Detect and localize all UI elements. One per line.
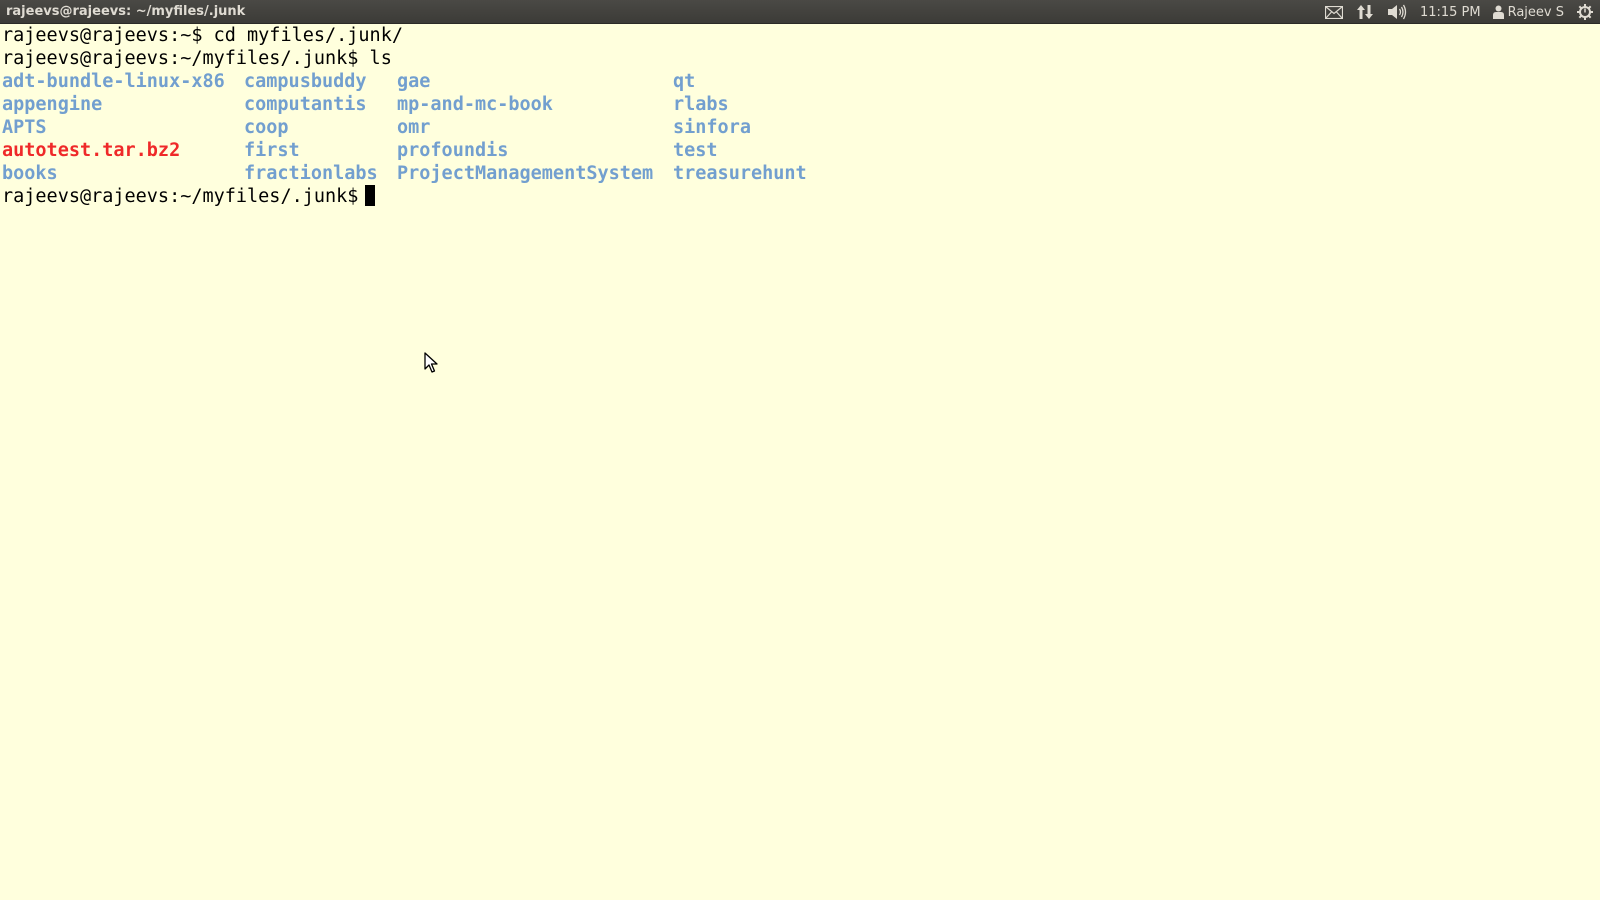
ls-entry-dir: gae: [397, 71, 431, 92]
speaker-icon[interactable]: [1380, 0, 1414, 24]
ls-entry-dir: first: [244, 140, 300, 161]
ls-entry-dir: qt: [673, 71, 696, 92]
ls-entry-dir: omr: [397, 117, 431, 138]
window-title: rajeevs@rajeevs: ~/myfiles/.junk: [6, 4, 246, 19]
prompt-text: rajeevs@rajeevs:~/myfiles/.junk$: [2, 186, 359, 207]
user-name: Rajeev S: [1507, 4, 1564, 20]
mouse-pointer-icon: [424, 352, 438, 373]
ls-entry-dir: campusbuddy: [244, 71, 367, 92]
ls-entry-dir: fractionlabs: [244, 163, 378, 184]
terminal-window[interactable]: rajeevs@rajeevs:~$ cd myfiles/.junk/ raj…: [0, 24, 1600, 900]
ls-entry-dir: ProjectManagementSystem: [397, 163, 654, 184]
ls-entry-dir: appengine: [2, 94, 103, 115]
ls-entry-dir: coop: [244, 117, 289, 138]
indicator-area: 11:15 PM Rajeev S: [1318, 0, 1600, 24]
ls-entry-dir: adt-bundle-linux-x86: [2, 71, 225, 92]
ls-entry-dir: mp-and-mc-book: [397, 94, 553, 115]
command-line-cd: rajeevs@rajeevs:~$ cd myfiles/.junk/: [2, 25, 403, 46]
ls-entry-dir: test: [673, 140, 718, 161]
clock[interactable]: 11:15 PM: [1414, 0, 1487, 24]
ls-entry-dir: computantis: [244, 94, 367, 115]
envelope-icon[interactable]: [1318, 0, 1350, 24]
text-cursor: [365, 185, 376, 206]
command-line-ls: rajeevs@rajeevs:~/myfiles/.junk$ ls: [2, 48, 392, 69]
ls-entry-archive: autotest.tar.bz2: [2, 140, 181, 161]
ls-entry-dir: profoundis: [397, 140, 509, 161]
ls-entry-dir: sinfora: [673, 117, 751, 138]
gear-power-icon[interactable]: [1570, 0, 1600, 24]
ls-entry-dir: treasurehunt: [673, 163, 807, 184]
ls-entry-dir: rlabs: [673, 94, 729, 115]
prompt-line[interactable]: rajeevs@rajeevs:~/myfiles/.junk$: [2, 185, 376, 208]
top-panel: rajeevs@rajeevs: ~/myfiles/.junk 11:15 P…: [0, 0, 1600, 24]
network-updown-icon[interactable]: [1350, 0, 1380, 24]
ls-entry-dir: APTS: [2, 117, 47, 138]
user-icon: [1492, 5, 1504, 19]
user-menu[interactable]: Rajeev S: [1487, 0, 1570, 24]
ls-entry-dir: books: [2, 163, 58, 184]
